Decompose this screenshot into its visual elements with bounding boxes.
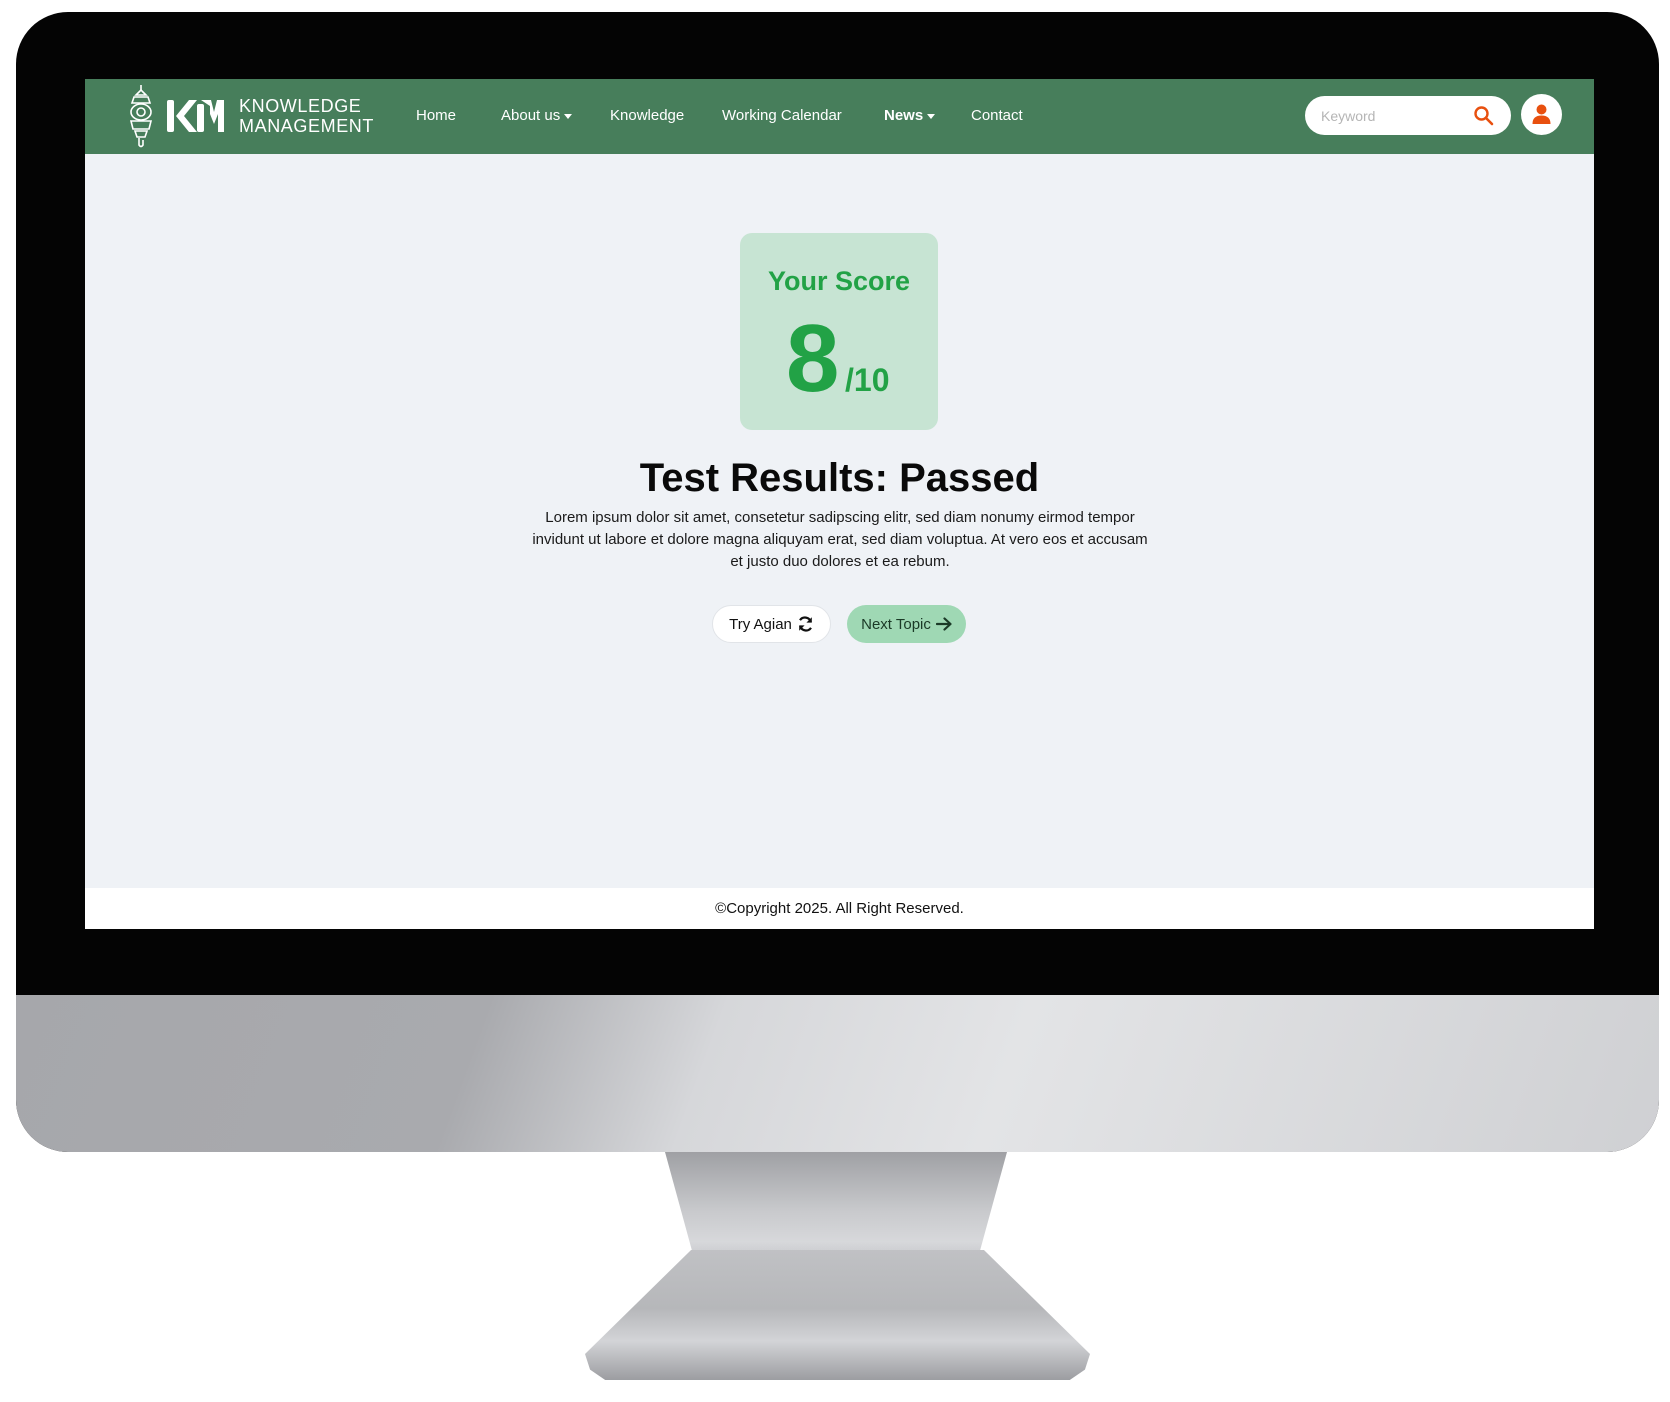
nav-contact-label: Contact <box>971 107 1023 124</box>
top-navbar: KNOWLEDGE MANAGEMENT Home About us Knowl… <box>85 79 1594 154</box>
score-total: /10 <box>845 362 890 398</box>
brand-name: KNOWLEDGE MANAGEMENT <box>239 96 374 136</box>
nav-home[interactable]: Home <box>416 107 456 124</box>
search-icon[interactable] <box>1473 105 1494 126</box>
score-value: 8 <box>786 305 840 412</box>
copyright-text: ©Copyright 2025. All Right Reserved. <box>715 900 964 917</box>
nav-news[interactable]: News <box>884 107 936 124</box>
arrow-right-icon <box>935 617 952 631</box>
browser-viewport: KNOWLEDGE MANAGEMENT Home About us Knowl… <box>85 79 1594 929</box>
score-card: Your Score 8 /10 <box>740 233 938 430</box>
page-footer: ©Copyright 2025. All Right Reserved. <box>85 888 1594 929</box>
refresh-icon <box>798 616 812 632</box>
nav-home-label: Home <box>416 107 457 124</box>
result-description: Lorem ipsum dolor sit amet, consetetur s… <box>532 509 1148 570</box>
brand-logo[interactable]: KNOWLEDGE MANAGEMENT <box>125 83 374 149</box>
monitor-stand-base <box>585 1250 1090 1380</box>
user-account-button[interactable] <box>1521 94 1562 135</box>
next-topic-label: Next Topic <box>861 615 931 633</box>
monitor-chin <box>16 995 1659 1152</box>
user-icon <box>1532 104 1551 124</box>
nav-knowledge-label: Knowledge <box>610 107 685 124</box>
score-label: Your Score <box>767 266 911 296</box>
search-input[interactable] <box>1319 105 1473 127</box>
km-logo-mark <box>167 100 224 132</box>
nav-about-us-label: About us <box>501 107 561 124</box>
nav-contact[interactable]: Contact <box>971 107 1023 124</box>
result-title: Test Results: Passed <box>639 456 1040 500</box>
nav-working-calendar[interactable]: Working Calendar <box>722 107 842 124</box>
nav-about-us[interactable]: About us <box>501 107 573 124</box>
caret-down-icon <box>927 113 936 119</box>
brand-name-line1: KNOWLEDGE <box>239 96 362 116</box>
lantern-emblem-icon <box>129 85 153 148</box>
try-again-button[interactable]: Try Agian <box>712 605 831 643</box>
try-again-label: Try Agian <box>729 615 792 633</box>
search-box <box>1305 96 1511 135</box>
nav-working-calendar-label: Working Calendar <box>722 107 842 124</box>
nav-news-label: News <box>884 107 924 124</box>
brand-name-line2: MANAGEMENT <box>239 116 375 136</box>
next-topic-button[interactable]: Next Topic <box>847 605 966 643</box>
caret-down-icon <box>564 113 573 119</box>
nav-knowledge[interactable]: Knowledge <box>610 107 684 124</box>
